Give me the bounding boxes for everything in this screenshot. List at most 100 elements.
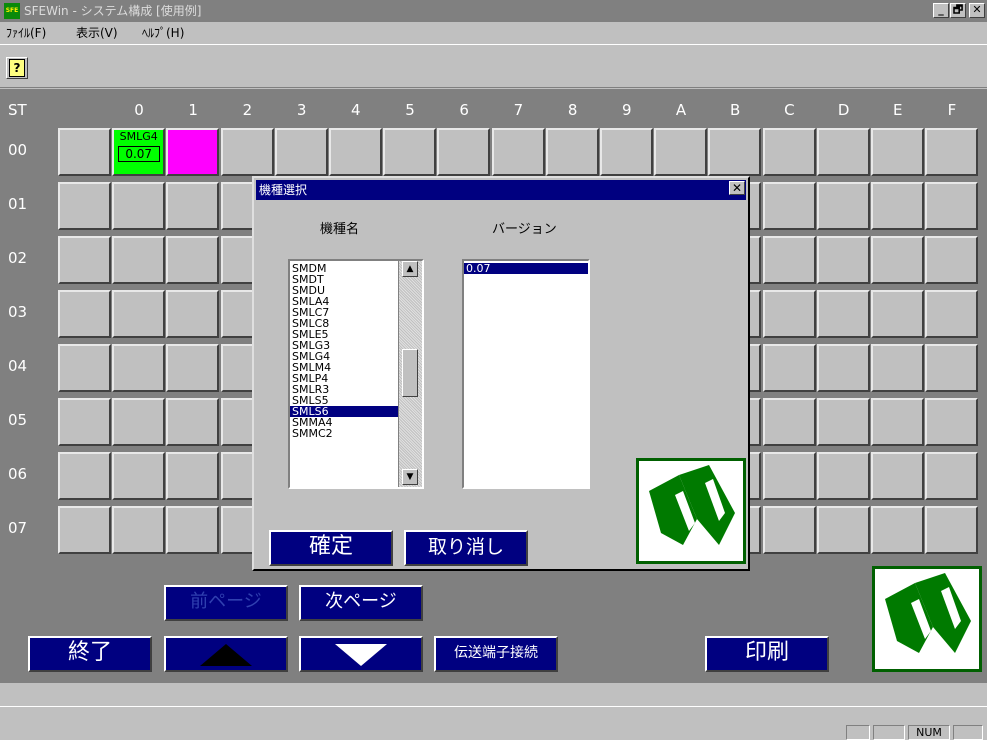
station-cell[interactable] xyxy=(58,452,111,500)
station-cell[interactable] xyxy=(816,506,870,554)
station-cell[interactable] xyxy=(166,182,220,230)
station-cell[interactable] xyxy=(816,452,870,500)
station-cell[interactable] xyxy=(816,290,870,338)
station-cell[interactable] xyxy=(816,398,870,446)
station-cell[interactable] xyxy=(816,236,870,284)
station-cell[interactable] xyxy=(816,128,870,176)
station-cell[interactable] xyxy=(112,452,166,500)
station-cell[interactable] xyxy=(871,506,924,554)
station-cell[interactable] xyxy=(871,182,924,230)
scroll-down-button[interactable] xyxy=(299,636,423,672)
station-cell[interactable] xyxy=(166,398,220,446)
station-cell[interactable] xyxy=(166,344,220,392)
station-cell[interactable] xyxy=(220,128,274,176)
station-cell[interactable]: SMLG4 0.07 xyxy=(112,128,166,176)
station-cell[interactable] xyxy=(762,290,816,338)
minimize-button[interactable]: _ xyxy=(933,3,949,18)
station-cell[interactable] xyxy=(925,506,979,554)
close-button[interactable]: ✕ xyxy=(969,3,985,18)
station-cell[interactable] xyxy=(871,128,924,176)
prev-page-button[interactable]: 前ページ xyxy=(164,585,288,621)
station-cell[interactable] xyxy=(762,398,816,446)
scroll-down-arrow-icon[interactable]: ▼ xyxy=(402,469,418,485)
station-cell[interactable] xyxy=(816,344,870,392)
station-cell[interactable] xyxy=(762,236,816,284)
station-cell[interactable] xyxy=(762,506,816,554)
menu-view[interactable]: 表示(V) xyxy=(76,25,118,41)
column-header: C xyxy=(784,101,795,119)
maximize-button[interactable]: 🗗 xyxy=(950,3,966,18)
scrollbar-thumb[interactable] xyxy=(402,349,418,397)
station-cell[interactable] xyxy=(871,344,924,392)
station-cell[interactable] xyxy=(762,452,816,500)
station-cell[interactable] xyxy=(274,128,328,176)
station-cell[interactable] xyxy=(383,128,437,176)
station-cell[interactable] xyxy=(816,182,870,230)
station-cell[interactable] xyxy=(112,398,166,446)
station-cell[interactable] xyxy=(708,128,762,176)
status-bar: NUM xyxy=(0,706,987,740)
station-cell[interactable] xyxy=(654,128,708,176)
station-cell[interactable] xyxy=(925,398,979,446)
station-cell[interactable] xyxy=(600,128,653,176)
station-cell[interactable] xyxy=(58,344,111,392)
station-cell[interactable] xyxy=(925,182,979,230)
version-listbox[interactable]: 0.07 xyxy=(462,259,590,489)
station-cell[interactable] xyxy=(58,128,111,176)
station-cell[interactable] xyxy=(762,128,816,176)
station-cell[interactable] xyxy=(329,128,382,176)
station-cell[interactable] xyxy=(545,128,599,176)
station-cell[interactable] xyxy=(925,290,979,338)
menu-file[interactable]: ﾌｧｲﾙ(F) xyxy=(6,25,46,41)
scroll-up-button[interactable] xyxy=(164,636,288,672)
station-cell[interactable] xyxy=(166,128,220,176)
company-logo-icon xyxy=(872,566,982,672)
confirm-button[interactable]: 確定 xyxy=(269,530,393,566)
scroll-up-arrow-icon[interactable]: ▲ xyxy=(402,261,418,277)
version-list-item[interactable]: 0.07 xyxy=(464,263,588,274)
station-cell[interactable] xyxy=(58,398,111,446)
station-cell[interactable] xyxy=(491,128,545,176)
menu-help[interactable]: ﾍﾙﾌﾟ(H) xyxy=(142,25,184,41)
help-button[interactable]: ? xyxy=(6,57,28,79)
station-cell[interactable] xyxy=(871,290,924,338)
station-cell[interactable] xyxy=(925,128,979,176)
station-cell[interactable] xyxy=(58,506,111,554)
station-cell[interactable] xyxy=(925,236,979,284)
station-cell[interactable] xyxy=(166,290,220,338)
next-page-button[interactable]: 次ページ xyxy=(299,585,423,621)
station-cell[interactable] xyxy=(112,290,166,338)
up-arrow-icon xyxy=(200,644,252,666)
station-cell[interactable] xyxy=(112,236,166,284)
station-cell[interactable] xyxy=(871,452,924,500)
station-cell[interactable] xyxy=(58,236,111,284)
station-cell[interactable] xyxy=(112,344,166,392)
station-cell[interactable] xyxy=(871,236,924,284)
station-cell[interactable] xyxy=(871,398,924,446)
station-cell[interactable] xyxy=(58,182,111,230)
station-cell[interactable] xyxy=(58,290,111,338)
dialog-close-button[interactable]: ✕ xyxy=(729,181,745,195)
model-name-label: 機種名 xyxy=(320,222,360,237)
model-list-item[interactable]: SMMC2 xyxy=(290,428,398,439)
station-cell[interactable] xyxy=(166,236,220,284)
transmission-terminal-button[interactable]: 伝送端子接続 xyxy=(434,636,558,672)
cancel-button[interactable]: 取り消し xyxy=(404,530,528,566)
model-list-scrollbar[interactable]: ▲ ▼ xyxy=(398,261,422,487)
station-cell[interactable] xyxy=(762,182,816,230)
station-cell[interactable] xyxy=(762,344,816,392)
station-cell[interactable] xyxy=(925,452,979,500)
model-listbox[interactable]: SMDM SMDT SMDU SMLA4 SMLC7 SMLC8 SMLE5 SMLG3 SML… xyxy=(288,259,424,489)
title-bar: SFE SFEWin - システム構成 [使用例] _ 🗗 ✕ xyxy=(0,0,987,22)
station-cell[interactable] xyxy=(925,344,979,392)
station-cell[interactable] xyxy=(112,506,166,554)
station-cell[interactable] xyxy=(112,182,166,230)
exit-button[interactable]: 終了 xyxy=(28,636,152,672)
company-logo-icon xyxy=(636,458,746,564)
window-title: SFEWin - システム構成 [使用例] xyxy=(24,4,202,18)
station-cell[interactable] xyxy=(166,452,220,500)
station-cell[interactable] xyxy=(166,506,220,554)
print-button[interactable]: 印刷 xyxy=(705,636,829,672)
status-pane-2 xyxy=(873,725,905,740)
station-cell[interactable] xyxy=(437,128,491,176)
